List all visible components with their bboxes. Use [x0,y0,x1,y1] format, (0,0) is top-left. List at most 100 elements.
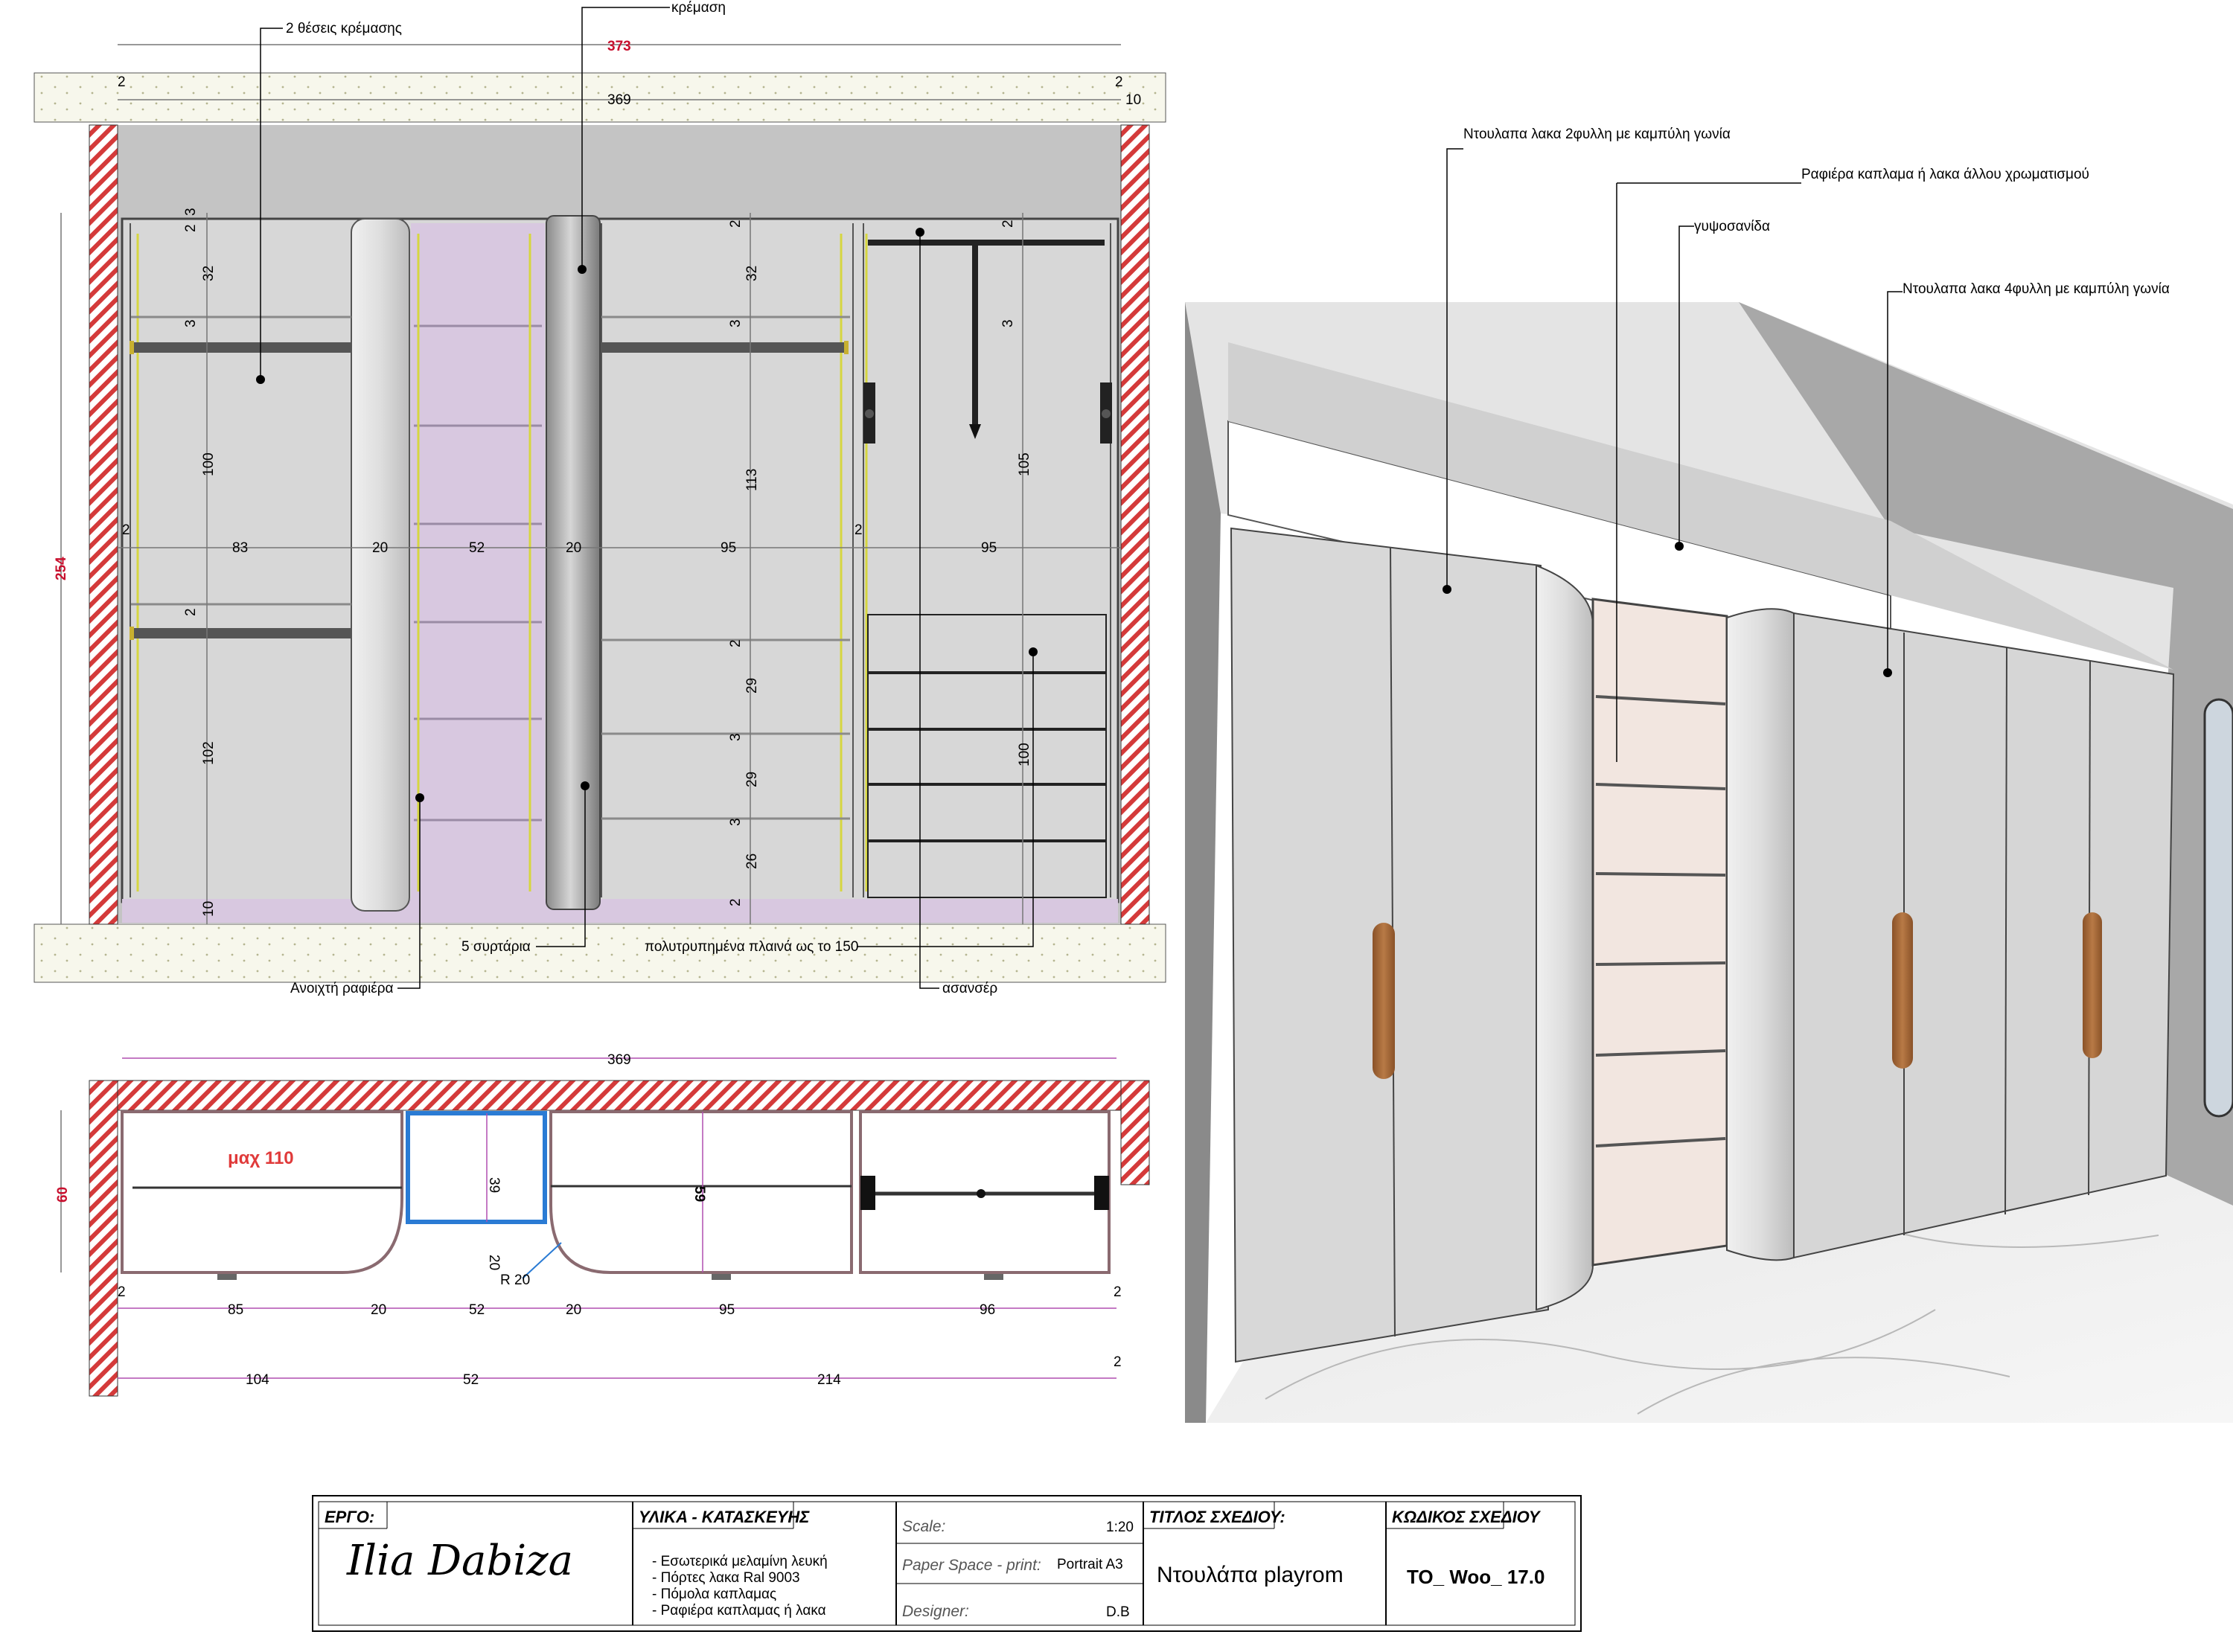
dim-side-right: 2 [854,522,863,538]
plan-max-label: μαχ 110 [228,1148,294,1168]
drawing-code-value: TO_ Woo_ 17.0 [1407,1566,1544,1588]
ceiling-slab [33,72,1166,123]
plan-edge-bottom: 2 [1114,1354,1122,1370]
paper-value: Portrait A3 [1057,1557,1123,1572]
dim-w20b: 20 [566,540,581,556]
scale-label: Scale: [902,1518,945,1535]
wardrobe-interior [121,217,1119,903]
material-line-4: - Ραφιέρα καπλαμας ή λακα [652,1603,826,1619]
label-open-shelf: Ανοιχτή ραφιέρα [290,981,394,996]
dim-r100: 100 [1017,743,1032,766]
curved-corner-left [1536,564,1594,1311]
plan-back-wall [89,1080,1150,1111]
label-drawers: 5 συρτάρια [461,939,531,955]
project-label: ΕΡΓΟ: [325,1508,374,1526]
plan-total-width: 369 [607,1052,631,1068]
drawing-title-value: Ντουλάπα playrom [1157,1563,1344,1587]
dim-m2b: 2 [728,639,744,647]
plan-b20b: 20 [566,1302,581,1318]
label-two-door-wardrobe: Ντουλαπα λακα 2φυλλη με καμπύλη γωνία [1463,127,1731,142]
perspective-render: Ντουλαπα λακα 2φυλλη με καμπύλη γωνία Ρα… [1185,127,2233,1423]
label-perforated-sides: πολυτρυπημένα πλαινά ως το 150 [645,939,858,955]
plan-c214: 214 [817,1372,841,1388]
dim-m2c: 2 [728,898,744,906]
plan-b20a: 20 [371,1302,386,1318]
window [2203,698,2233,1118]
dim-w95a: 95 [721,540,736,556]
front-elevation: 2 θέσεις κρέμασης κρέμαση 5 συρτάρια Ανο… [33,0,1166,996]
title-block: ΕΡΓΟ: Ilia Dabiza ΥΛΙΚΑ - ΚΑΤΑΣΚΕΥΗΣ - Ε… [312,1495,1582,1632]
paper-label: Paper Space - print: [902,1557,1041,1574]
materials-label: ΥΛΙΚΑ - ΚΑΤΑΣΚΕΥΗΣ [639,1508,810,1526]
curved-corner-right [1726,608,1795,1261]
dim-m29b: 29 [744,772,760,787]
handle-left [1373,923,1395,1079]
dim-w83: 83 [232,540,248,556]
dim-v3a: 3 [183,208,199,216]
dim-side-left: 2 [122,522,130,538]
drawing-code-label: ΚΩΔΙΚΟΣ ΣΧΕΔΙΟΥ [1392,1508,1542,1526]
dim-m29a: 29 [744,678,760,694]
dim-w95b: 95 [981,540,997,556]
label-shelving: Ραφιέρα καπλαμα ή λακα άλλου χρωματισμού [1801,167,2089,182]
dim-height: 254 [54,557,69,580]
label-four-door-wardrobe: Ντουλαπα λακα 4φυλλη με καμπύλη γωνία [1903,281,2170,297]
label-plasterboard: γυψοσανίδα [1694,219,1770,234]
dim-v3b: 3 [183,319,199,327]
open-shelf-panel [411,223,545,899]
plan-d39: 39 [486,1177,502,1193]
drawing-title-label: ΤΙΤΛΟΣ ΣΧΕΔΙΟΥ: [1149,1508,1285,1526]
label-hanging-positions: 2 θέσεις κρέμασης [286,21,402,36]
dim-m3c: 3 [728,818,744,826]
floor-slab [33,923,1166,983]
dim-r105: 105 [1017,452,1032,476]
dim-v100: 100 [201,452,217,476]
dim-m113: 113 [744,469,760,491]
plan-b52: 52 [469,1302,485,1318]
handle-right-a [1892,912,1913,1069]
dim-m3b: 3 [728,733,744,741]
label-hanging: κρέμαση [671,0,726,16]
dim-inner-width: 369 [607,92,631,108]
dim-r2: 2 [1000,220,1016,228]
wardrobe-right [1793,612,2175,1259]
plan-d59: 59 [691,1186,707,1202]
plan-left-wall [89,1080,118,1397]
dim-m2a: 2 [728,220,744,228]
plan-rails [132,1185,1106,1196]
right-wall [1120,124,1150,925]
plan-depth: 60 [55,1187,71,1203]
dim-right-ten: 10 [1125,92,1141,108]
plan-right-wall [1120,1080,1150,1185]
plan-b96: 96 [980,1302,995,1318]
handle-right-b [2083,912,2102,1058]
material-line-3: - Πόμολα καπλαμας [652,1587,776,1602]
dim-v2b: 2 [183,608,199,616]
dim-w20a: 20 [372,540,388,556]
dim-left-edge: 2 [118,74,126,90]
plan-edge-right: 2 [1114,1284,1122,1300]
dim-v32: 32 [201,266,217,281]
dim-m32: 32 [744,266,760,281]
dim-total-width: 373 [607,39,631,54]
project-name: Ilia Dabiza [346,1537,573,1585]
dim-m26: 26 [744,854,760,869]
dim-right-edge: 2 [1115,74,1123,90]
designer-value: D.B [1106,1604,1130,1620]
dim-w52: 52 [469,540,485,556]
dim-r3: 3 [1000,319,1016,327]
technical-drawing-sheet: 2 θέσεις κρέμασης κρέμαση 5 συρτάρια Ανο… [33,0,2233,1632]
plan-radius: R 20 [500,1272,530,1288]
left-wall [89,124,118,925]
plinth [122,899,1118,923]
plan-d20: 20 [486,1255,502,1270]
plan-view: 369 60 μαχ 110 39 20 59 R 20 85 20 52 20… [55,1052,1150,1397]
curved-column-middle [546,215,601,910]
plan-b95: 95 [719,1302,735,1318]
plan-b85: 85 [228,1302,243,1318]
material-line-2: - Πόρτες λακα Ral 9003 [652,1570,800,1586]
material-line-1: - Εσωτερικά μελαμίνη λευκή [652,1554,828,1569]
plan-c104: 104 [246,1372,269,1388]
dim-v2a: 2 [183,224,199,232]
plan-handles [217,1274,1003,1280]
